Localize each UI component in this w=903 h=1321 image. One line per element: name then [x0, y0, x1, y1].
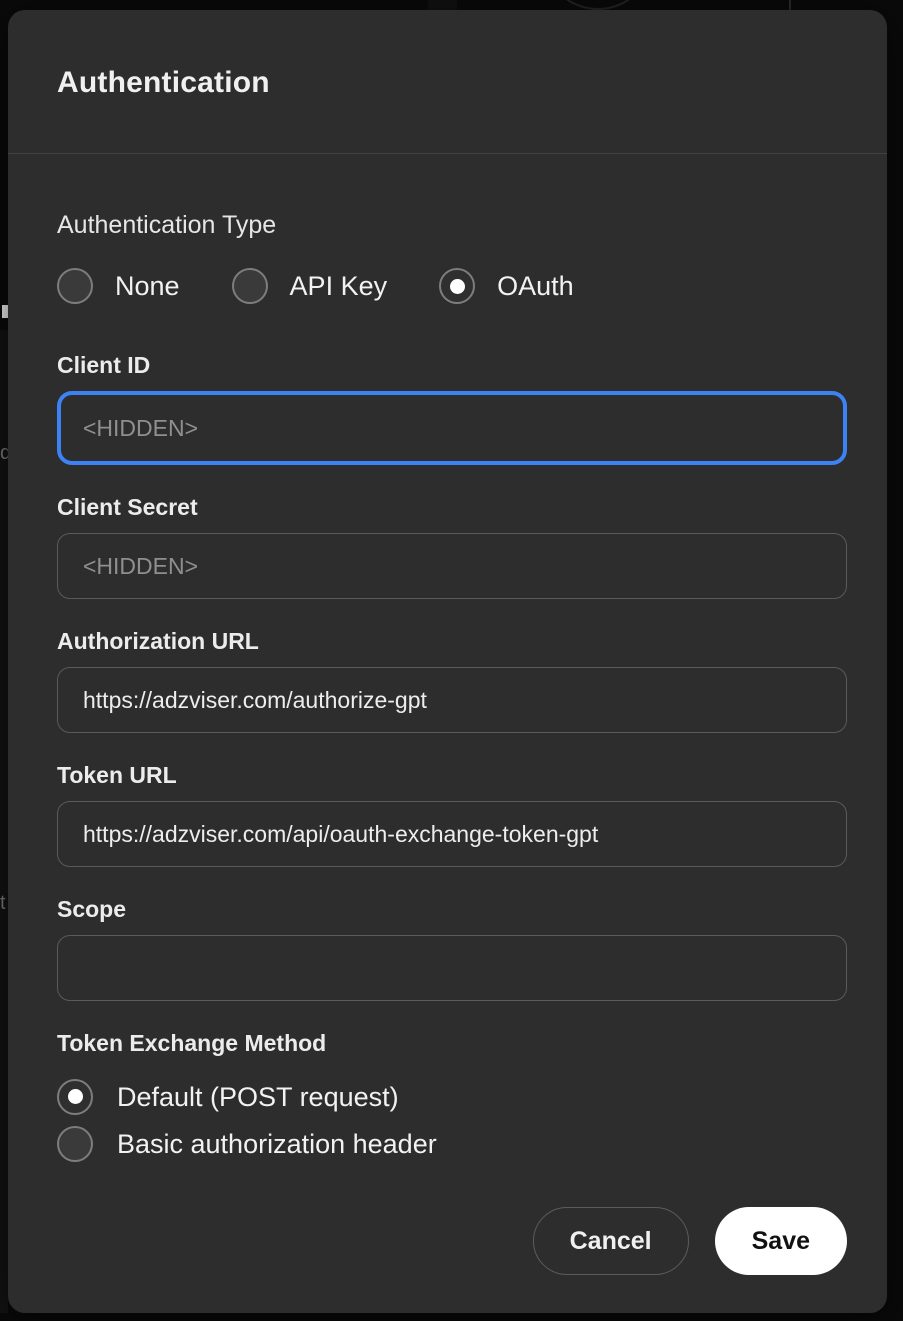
- client-secret-input[interactable]: [57, 533, 847, 599]
- radio-label: Default (POST request): [117, 1078, 399, 1116]
- scope-field-group: Scope: [57, 895, 847, 1001]
- radio-selected-icon[interactable]: [439, 268, 475, 304]
- radio-circle-icon[interactable]: [57, 1126, 93, 1162]
- token-exchange-method-label: Token Exchange Method: [57, 1029, 847, 1057]
- modal-footer: Cancel Save: [57, 1207, 847, 1275]
- token-url-input[interactable]: [57, 801, 847, 867]
- client-id-input[interactable]: [57, 391, 847, 465]
- background-text-fragment: t: [0, 893, 8, 913]
- radio-selected-icon[interactable]: [57, 1079, 93, 1115]
- radio-label: API Key: [290, 267, 388, 305]
- save-button[interactable]: Save: [715, 1207, 847, 1275]
- client-secret-label: Client Secret: [57, 493, 847, 521]
- background-panel-fragment: [428, 0, 457, 10]
- auth-type-radio-api-key[interactable]: API Key: [232, 267, 388, 305]
- radio-label: OAuth: [497, 267, 574, 305]
- authorization-url-field-group: Authorization URL: [57, 627, 847, 733]
- auth-type-radio-group: None API Key OAuth: [57, 267, 847, 305]
- radio-label: None: [115, 267, 180, 305]
- background-divider-fragment: [789, 0, 791, 10]
- token-exchange-radio-group: Default (POST request) Basic authorizati…: [57, 1073, 847, 1167]
- authentication-modal: Authentication Authentication Type None …: [8, 10, 887, 1313]
- background-avatar-arc: [542, 0, 654, 10]
- client-id-label: Client ID: [57, 351, 847, 379]
- modal-header: Authentication: [8, 10, 887, 154]
- client-id-field-group: Client ID: [57, 351, 847, 465]
- background-text-fragment: d: [0, 443, 8, 463]
- auth-type-label: Authentication Type: [57, 210, 847, 240]
- scope-input[interactable]: [57, 935, 847, 1001]
- client-secret-field-group: Client Secret: [57, 493, 847, 599]
- auth-type-radio-oauth[interactable]: OAuth: [439, 267, 574, 305]
- background-page-strip: [0, 330, 8, 1313]
- token-url-field-group: Token URL: [57, 761, 847, 867]
- radio-label: Basic authorization header: [117, 1125, 437, 1163]
- radio-circle-icon[interactable]: [57, 268, 93, 304]
- authorization-url-input[interactable]: [57, 667, 847, 733]
- auth-type-radio-none[interactable]: None: [57, 267, 180, 305]
- token-url-label: Token URL: [57, 761, 847, 789]
- cancel-button[interactable]: Cancel: [533, 1207, 689, 1275]
- modal-title: Authentication: [57, 66, 838, 100]
- scope-label: Scope: [57, 895, 847, 923]
- token-exchange-radio-default[interactable]: Default (POST request): [57, 1073, 847, 1120]
- radio-circle-icon[interactable]: [232, 268, 268, 304]
- token-exchange-radio-basic[interactable]: Basic authorization header: [57, 1120, 847, 1167]
- modal-body: Authentication Type None API Key OAuth C…: [8, 154, 887, 1275]
- authorization-url-label: Authorization URL: [57, 627, 847, 655]
